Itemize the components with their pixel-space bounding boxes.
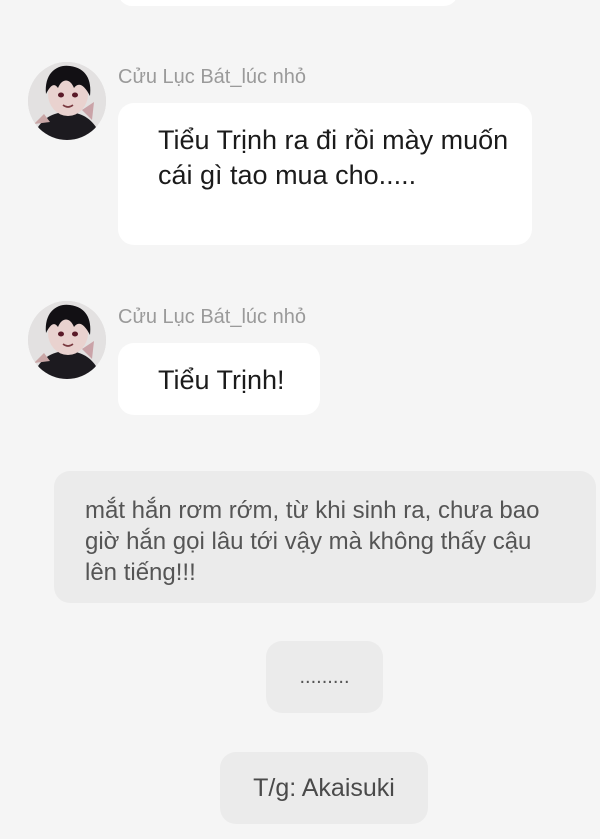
character-avatar-icon <box>28 301 106 379</box>
message-text: Tiểu Trịnh ra đi rồi mày muốn cái gì tao… <box>158 125 509 190</box>
message-bubble[interactable]: Tiểu Trịnh! <box>118 343 320 415</box>
author-credit-bubble: T/g: Akaisuki <box>220 752 428 824</box>
character-avatar-icon <box>28 62 106 140</box>
ellipsis-text: ......... <box>299 666 350 688</box>
sender-avatar[interactable] <box>28 301 106 379</box>
previous-message-bubble <box>118 0 458 6</box>
author-credit-text: T/g: Akaisuki <box>253 774 395 802</box>
message-bubble[interactable]: Tiểu Trịnh ra đi rồi mày muốn cái gì tao… <box>118 103 532 245</box>
message-text: Tiểu Trịnh! <box>158 365 285 395</box>
ellipsis-bubble: ......... <box>266 641 383 713</box>
sender-name: Cửu Lục Bát_lúc nhỏ <box>118 66 306 88</box>
narration-bubble: mắt hắn rơm rớm, từ khi sinh ra, chưa ba… <box>54 471 596 603</box>
sender-name: Cửu Lục Bát_lúc nhỏ <box>118 306 306 328</box>
sender-avatar[interactable] <box>28 62 106 140</box>
narration-text: mắt hắn rơm rớm, từ khi sinh ra, chưa ba… <box>85 497 540 586</box>
